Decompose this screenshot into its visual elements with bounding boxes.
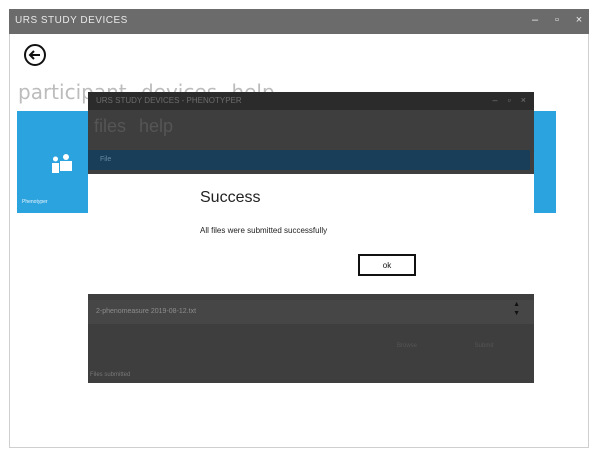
window-controls: – ▫ × (529, 14, 585, 26)
scroll-up-icon[interactable]: ▲ (513, 300, 520, 309)
tile-label: Phenotyper (22, 199, 48, 205)
browse-button[interactable]: Browse (382, 336, 432, 356)
phenotyper-minimize-button[interactable]: – (493, 95, 498, 105)
scroll-arrows[interactable]: ▲ ▼ (513, 300, 520, 318)
dialog-title: Success (200, 189, 261, 206)
action-row: Browse Submit (88, 324, 534, 368)
close-button[interactable]: × (573, 14, 585, 26)
window-title: URS STUDY DEVICES (15, 15, 128, 26)
selected-list-row[interactable]: File (88, 150, 530, 170)
status-text: Files submitted (88, 369, 534, 383)
phenotyper-titlebar: URS STUDY DEVICES - PHENOTYPER – ▫ × (88, 92, 534, 110)
phenotyper-title: URS STUDY DEVICES - PHENOTYPER (96, 96, 242, 105)
app-window: URS STUDY DEVICES – ▫ × participant devi… (0, 0, 598, 453)
dialog-message: All files were submitted successfully (200, 226, 328, 235)
phenotyper-icon (52, 154, 72, 173)
maximize-button[interactable]: ▫ (551, 14, 563, 26)
scroll-down-icon[interactable]: ▼ (513, 309, 520, 318)
minimize-button[interactable]: – (529, 14, 541, 26)
phenotyper-tile[interactable]: Phenotyper (17, 111, 91, 213)
phenotyper-close-button[interactable]: × (521, 95, 526, 105)
back-button[interactable] (24, 44, 46, 66)
menu-files[interactable]: files (94, 116, 126, 136)
window-titlebar: URS STUDY DEVICES – ▫ × (9, 9, 589, 34)
file-list-row[interactable]: 2-phenomeasure 2019-08-12.txt ▲ ▼ (88, 300, 534, 324)
phenotyper-maximize-button[interactable]: ▫ (508, 95, 511, 105)
file-name: 2-phenomeasure 2019-08-12.txt (96, 308, 197, 315)
phenotyper-menu: files help (94, 116, 181, 137)
back-arrow-icon (28, 50, 40, 60)
submit-button[interactable]: Submit (456, 336, 512, 356)
phenotyper-window-controls: – ▫ × (493, 95, 526, 105)
ok-button[interactable]: ok (358, 254, 416, 276)
success-dialog: Success All files were submitted success… (88, 174, 534, 294)
menu-help[interactable]: help (139, 116, 173, 136)
